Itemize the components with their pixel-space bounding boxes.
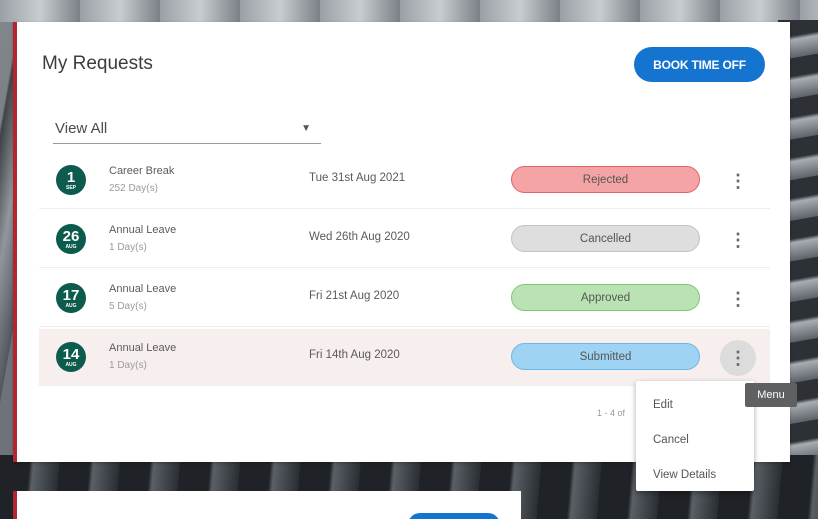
date-badge: 17 AUG xyxy=(56,283,86,313)
row-actions-menu: Edit Cancel View Details xyxy=(636,381,754,491)
filter-selected-value: View All xyxy=(55,120,108,137)
request-date: Tue 31st Aug 2021 xyxy=(309,172,406,184)
status-badge: Approved xyxy=(511,284,700,311)
menu-item-view-details[interactable]: View Details xyxy=(636,457,754,492)
date-badge: 1 SEP xyxy=(56,165,86,195)
menu-item-edit[interactable]: Edit xyxy=(636,387,754,422)
badge-month: AUG xyxy=(65,243,77,250)
date-badge: 14 AUG xyxy=(56,342,86,372)
request-duration: 1 Day(s) xyxy=(109,242,147,253)
pagination-range: 1 - 4 of xyxy=(597,408,626,418)
request-type: Annual Leave xyxy=(109,342,177,354)
secondary-card xyxy=(13,491,521,519)
more-vert-icon[interactable]: ⋮ xyxy=(720,222,756,258)
badge-day: 17 xyxy=(62,286,80,304)
dropdown-caret-icon: ▼ xyxy=(301,123,311,134)
request-type: Annual Leave xyxy=(109,283,177,295)
request-date: Fri 21st Aug 2020 xyxy=(309,290,400,302)
badge-day: 26 xyxy=(62,227,80,245)
request-filter-select[interactable]: View All ▼ xyxy=(53,114,321,144)
more-vert-icon[interactable]: ⋮ xyxy=(720,163,756,199)
background-top-strip xyxy=(0,0,818,22)
status-badge: Rejected xyxy=(511,166,700,193)
more-vert-icon[interactable]: ⋮ xyxy=(720,340,756,376)
badge-month: AUG xyxy=(65,361,77,368)
request-duration: 5 Day(s) xyxy=(109,301,147,312)
card-title: My Requests xyxy=(42,53,153,74)
request-row[interactable]: 1 SEP Career Break 252 Day(s) Tue 31st A… xyxy=(39,152,770,209)
badge-month: SEP xyxy=(65,184,76,191)
status-badge: Submitted xyxy=(511,343,700,370)
badge-day: 14 xyxy=(62,345,80,363)
request-date: Fri 14th Aug 2020 xyxy=(309,349,400,361)
status-badge: Cancelled xyxy=(511,225,700,252)
menu-item-cancel[interactable]: Cancel xyxy=(636,422,754,457)
badge-month: AUG xyxy=(65,302,77,309)
request-row[interactable]: 17 AUG Annual Leave 5 Day(s) Fri 21st Au… xyxy=(39,270,770,327)
request-duration: 1 Day(s) xyxy=(109,360,147,371)
request-type: Career Break xyxy=(109,165,175,177)
request-duration: 252 Day(s) xyxy=(109,183,158,194)
book-time-off-button[interactable]: BOOK TIME OFF xyxy=(634,47,765,82)
more-vert-icon[interactable]: ⋮ xyxy=(720,281,756,317)
badge-day: 1 xyxy=(66,168,76,186)
date-badge: 26 AUG xyxy=(56,224,86,254)
request-row[interactable]: 14 AUG Annual Leave 1 Day(s) Fri 14th Au… xyxy=(39,329,770,386)
request-type: Annual Leave xyxy=(109,224,177,236)
menu-tooltip: Menu xyxy=(745,383,797,407)
request-row[interactable]: 26 AUG Annual Leave 1 Day(s) Wed 26th Au… xyxy=(39,211,770,268)
request-date: Wed 26th Aug 2020 xyxy=(309,231,410,243)
secondary-card-button[interactable] xyxy=(408,513,500,519)
